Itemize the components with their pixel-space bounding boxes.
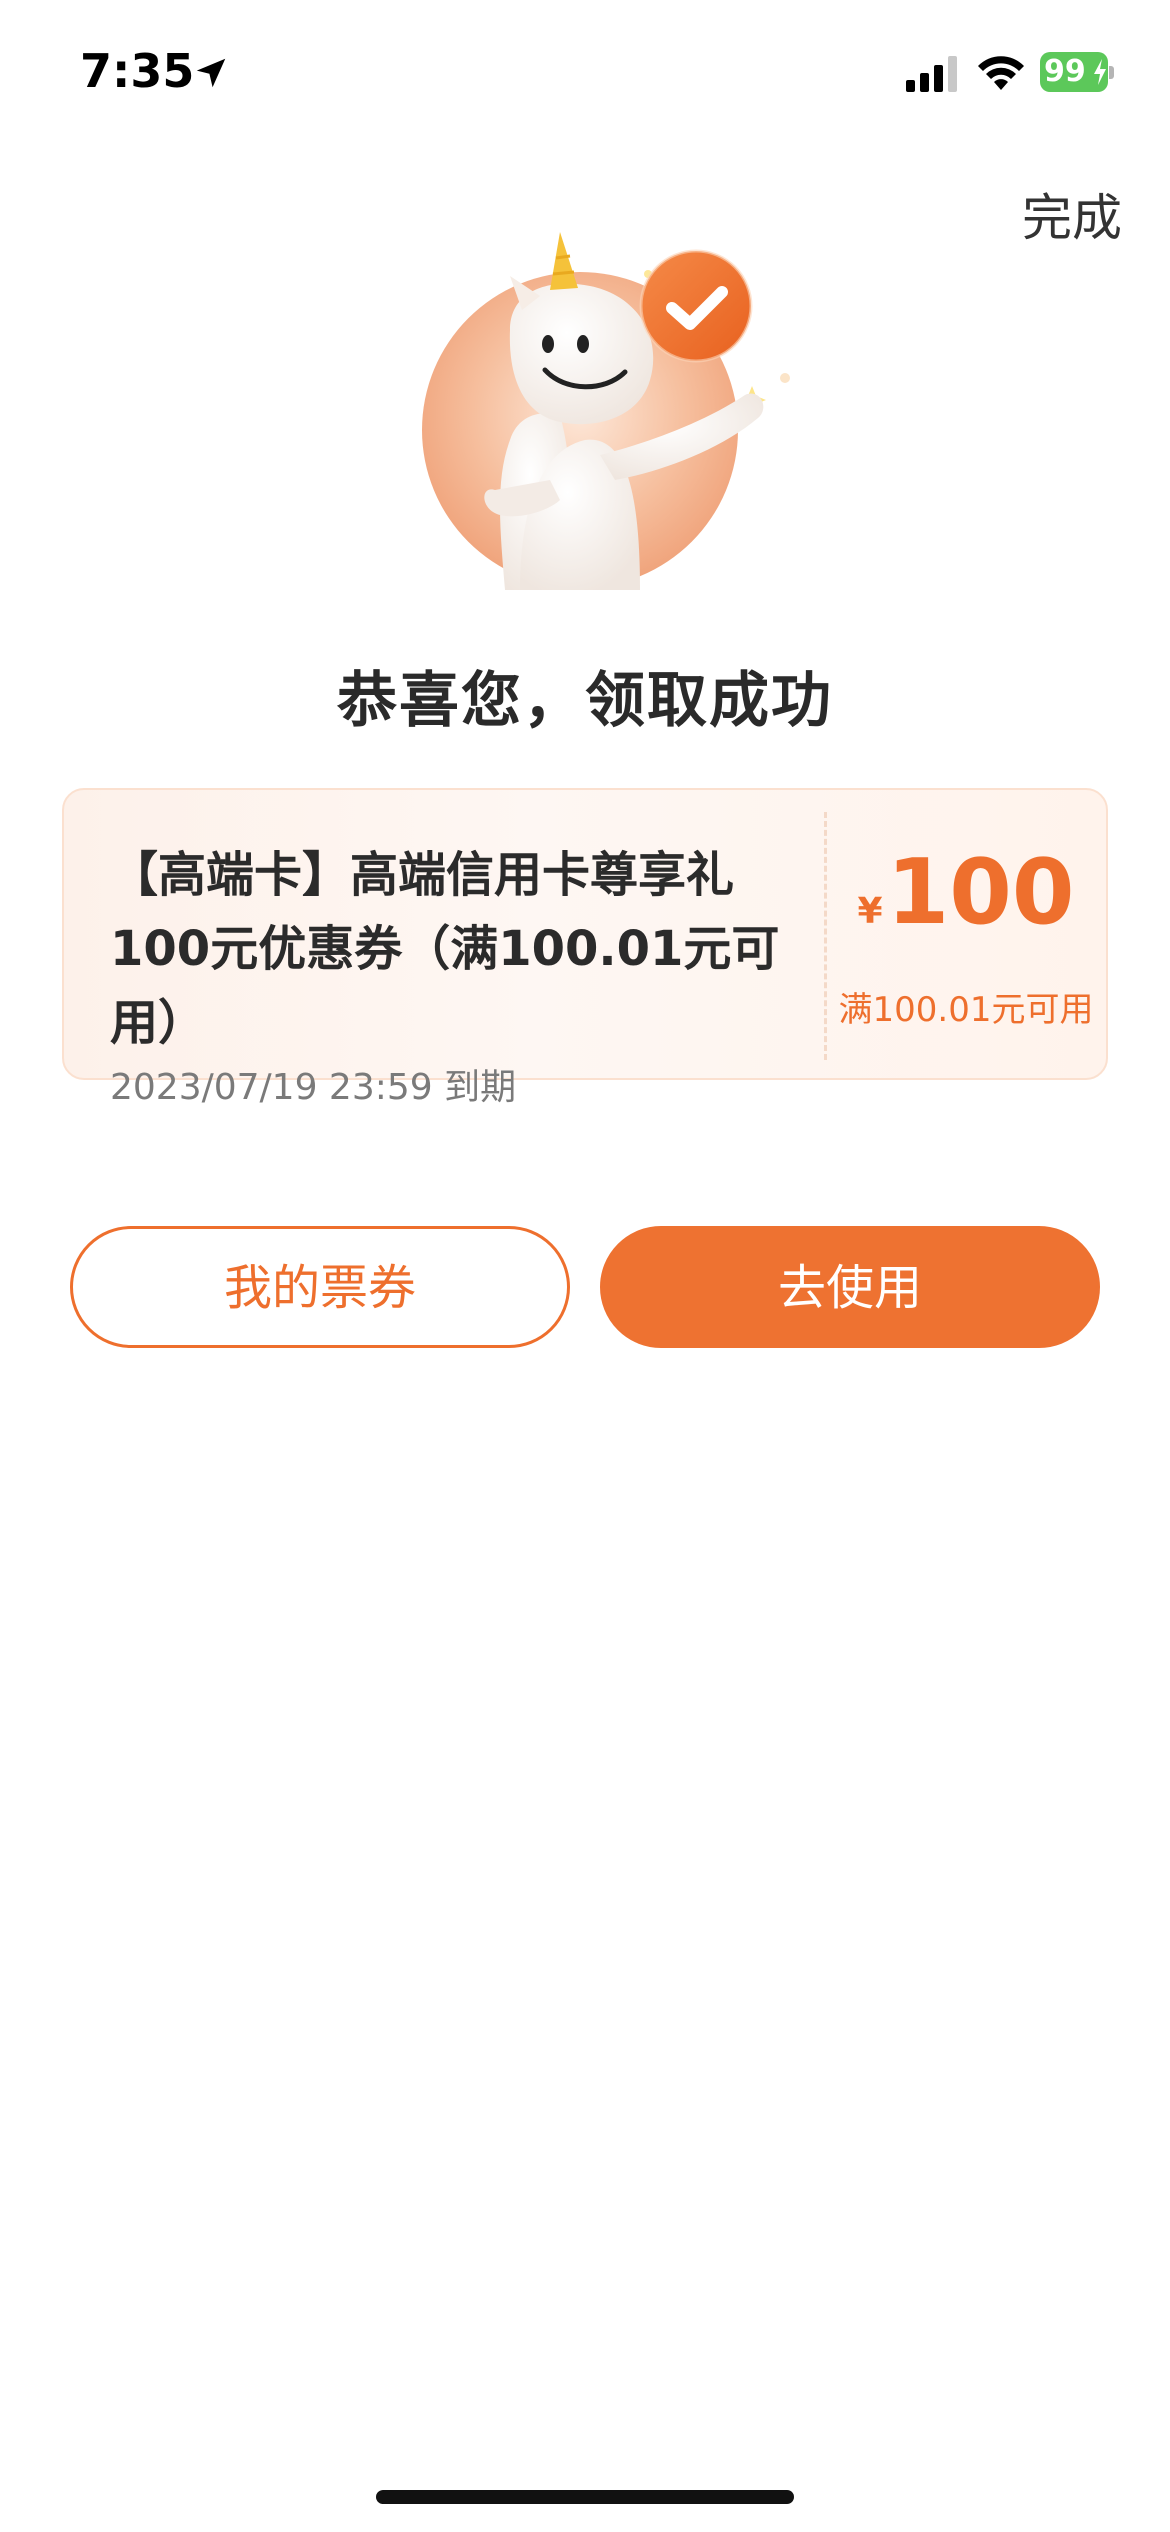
home-indicator[interactable] xyxy=(376,2490,794,2504)
coupon-card[interactable]: 【高端卡】高端信用卡尊享礼100元优惠券（满100.01元可用） ¥100 满1… xyxy=(62,788,1108,1080)
wifi-icon xyxy=(978,56,1024,90)
battery-level-text: 99 xyxy=(1044,54,1086,89)
cellular-signal-icon xyxy=(906,56,957,92)
done-button[interactable]: 完成 xyxy=(1022,178,1122,250)
battery-charging-icon: 99 xyxy=(1040,52,1114,92)
coupon-condition: 满100.01元可用 xyxy=(838,990,1094,1030)
coupon-price: ¥100 xyxy=(824,840,1108,945)
unicorn-mascot-illustration xyxy=(422,232,790,590)
currency-symbol: ¥ xyxy=(857,891,883,932)
success-title: 恭喜您，领取成功 xyxy=(337,666,833,736)
status-bar: 7:35 99 xyxy=(0,0,1170,150)
coupon-expiry: 2023/07/19 23:59 到期 xyxy=(110,1067,517,1108)
charging-bolt-icon xyxy=(1094,59,1106,85)
coupon-amount: 100 xyxy=(886,840,1075,945)
status-time: 7:35 xyxy=(80,44,195,98)
my-coupons-button[interactable]: 我的票券 xyxy=(70,1226,570,1348)
location-arrow-icon xyxy=(196,58,226,88)
battery-cap xyxy=(1109,66,1114,79)
coupon-title: 【高端卡】高端信用卡尊享礼100元优惠券（满100.01元可用） xyxy=(110,847,780,1051)
use-now-button[interactable]: 去使用 xyxy=(600,1226,1100,1348)
